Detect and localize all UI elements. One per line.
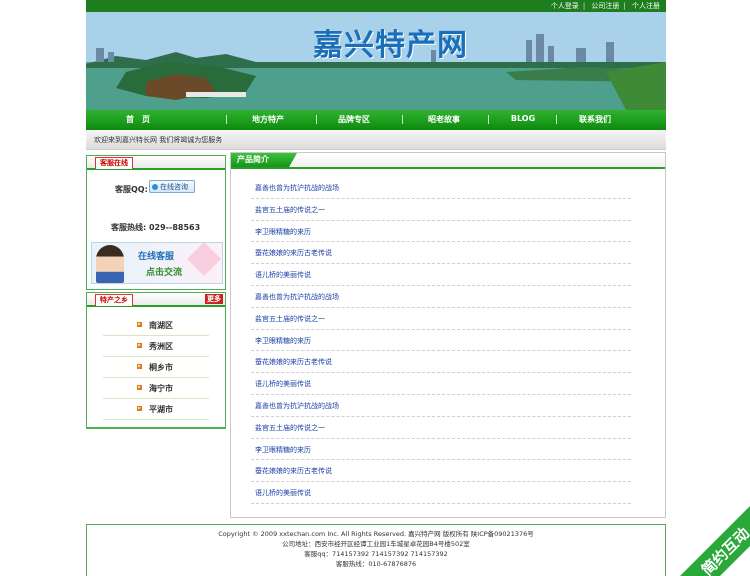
region-list: 南湖区 秀洲区 桐乡市 海宁市 平湖市 [103,315,209,420]
top-bar: 个人登录 | 公司注册 | 个人注册 [86,0,666,12]
regions-tab: 特产之乡 [95,294,133,306]
online-service-banner[interactable]: 在线客服 点击交流 [91,242,223,284]
article-item[interactable]: 盐官五土庙的传说之一 [251,199,631,221]
article-item[interactable]: 嘉善也曾为抗沪抗战的战场 [251,286,631,308]
article-title-link[interactable]: 嘉善也曾为抗沪抗战的战场 [255,401,339,411]
article-title-link[interactable]: 语儿桥的美丽传说 [255,270,311,280]
heart-decoration [187,243,221,276]
region-item[interactable]: 秀洲区 [103,336,209,357]
article-item[interactable]: 蚕花娘娘的来历古老传说 [251,351,631,374]
product-intro-tab: 产品简介 [231,153,297,167]
region-label: 秀洲区 [149,342,173,351]
nav-contact[interactable]: 联系我们 [565,114,625,125]
nav-divider [316,115,317,124]
nav-divider [226,115,227,124]
region-label: 桐乡市 [149,363,173,372]
online-consult-button[interactable]: 在线咨询 [149,180,195,193]
service-agent-image [96,245,124,283]
welcome-text: 欢迎来到嘉兴特长网 我们将竭诚为您服务 [94,136,223,144]
article-item[interactable]: 盐官五土庙的传说之一 [251,308,631,330]
article-title-link[interactable]: 李卫眼精糖的来历 [255,227,311,237]
region-label: 海宁市 [149,384,173,393]
click-chat-text: 点击交流 [146,268,183,278]
site-banner: 嘉兴特产网 [86,12,666,110]
article-item[interactable]: 语儿桥的美丽传说 [251,373,631,395]
article-item[interactable]: 语儿桥的美丽传说 [251,482,631,504]
article-item[interactable]: 语儿桥的美丽传说 [251,264,631,286]
nav-stories[interactable]: 昭老故事 [414,114,474,125]
article-item[interactable]: 嘉善也曾为抗沪抗战的战场 [251,395,631,417]
nav-divider [488,115,489,124]
article-title-link[interactable]: 蚕花娘娘的来历古老传说 [255,357,332,367]
article-item[interactable]: 李卫眼精糖的来历 [251,330,631,352]
top-links: 个人登录 | 公司注册 | 个人注册 [550,2,660,10]
online-consult-label: 在线咨询 [160,183,188,191]
article-title-link[interactable]: 嘉善也曾为抗沪抗战的战场 [255,292,339,302]
qq-label: 客服QQ: [115,185,148,194]
nav-local-specialties[interactable]: 地方特产 [238,114,298,125]
panel-header: 产品简介 [231,153,665,169]
article-item[interactable]: 李卫眼精糖的来历 [251,221,631,243]
nav-divider [556,115,557,124]
product-intro-panel: 产品简介 嘉善也曾为抗沪抗战的战场 盐官五土庙的传说之一 李卫眼精糖的来历蚕花娘娘的… [230,152,666,518]
nav-divider [402,115,403,124]
copyright-text: Copyright © 2009 xxtechan.com Inc. All R… [218,530,534,538]
footer-hotline: 客服热线：010-67876876 [335,560,417,568]
article-title-link[interactable]: 盐官五土庙的传说之一 [255,423,325,433]
panel-header: 特产之乡 更多 [87,293,225,307]
panel-header: 客服在线 [87,156,225,170]
service-hotline: 客服热线: 029--88563 [111,223,201,232]
article-item[interactable]: 蚕花娘娘的来历古老传说 [251,242,631,265]
article-item[interactable]: 嘉善也曾为抗沪抗战的战场 [251,177,631,199]
article-title-link[interactable]: 李卫眼精糖的来历 [255,445,311,455]
article-title-link[interactable]: 蚕花娘娘的来历古老传说 [255,466,332,476]
article-title-link[interactable]: 嘉善也曾为抗沪抗战的战场 [255,183,339,193]
nav-blog[interactable]: BLOG [493,114,553,123]
article-item[interactable]: 盐官五土庙的传说之一 [251,417,631,439]
nav-home[interactable]: 首 页 [108,114,168,125]
arrow-bullet-icon [137,364,142,369]
personal-login-link[interactable]: 个人登录 [551,2,579,10]
arrow-bullet-icon [137,322,142,327]
more-regions-link[interactable]: 更多 [205,294,223,304]
arrow-bullet-icon [137,406,142,411]
article-title-link[interactable]: 语儿桥的美丽传说 [255,379,311,389]
region-label: 南湖区 [149,321,173,330]
article-title-link[interactable]: 盐官五土庙的传说之一 [255,314,325,324]
customer-service-tab: 客服在线 [95,157,133,169]
company-address: 公司地址：西安市经开区经谭工业园1车城星卓花园B4号楼502室 [282,540,470,548]
regions-panel: 特产之乡 更多 南湖区 秀洲区 桐乡市 海宁市 平湖市 [86,292,226,429]
company-register-link[interactable]: 公司注册 [591,2,619,10]
article-title-link[interactable]: 语儿桥的美丽传说 [255,488,311,498]
region-item[interactable]: 南湖区 [103,315,209,336]
personal-register-link[interactable]: 个人注册 [632,2,660,10]
corner-watermark: 简约互动 [660,486,750,576]
region-item[interactable]: 海宁市 [103,378,209,399]
site-title: 嘉兴特产网 [313,28,468,63]
article-item[interactable]: 蚕花娘娘的来历古老传说 [251,460,631,483]
service-qq-numbers: 客服qq：714157392 714157392 714157392 [304,550,448,558]
online-service-text: 在线客服 [138,252,175,262]
article-title-link[interactable]: 蚕花娘娘的来历古老传说 [255,248,332,258]
arrow-bullet-icon [137,343,142,348]
welcome-bar: 欢迎来到嘉兴特长网 我们将竭诚为您服务 [86,130,666,150]
arrow-bullet-icon [137,385,142,390]
customer-service-panel: 客服在线 客服QQ: 在线咨询 客服热线: 029--88563 在线客服 点击… [86,155,226,290]
article-title-link[interactable]: 李卫眼精糖的来历 [255,336,311,346]
region-item[interactable]: 平湖市 [103,399,209,420]
main-nav: 首 页 地方特产 品牌专区 昭老故事 BLOG 联系我们 [86,110,666,130]
region-item[interactable]: 桐乡市 [103,357,209,378]
article-item[interactable]: 李卫眼精糖的来历 [251,439,631,461]
article-title-link[interactable]: 盐官五土庙的传说之一 [255,205,325,215]
footer: Copyright © 2009 xxtechan.com Inc. All R… [86,524,666,576]
nav-brand-zone[interactable]: 品牌专区 [324,114,384,125]
article-list: 嘉善也曾为抗沪抗战的战场 盐官五土庙的传说之一 李卫眼精糖的来历蚕花娘娘的来历古老传… [251,177,631,504]
qq-icon [152,184,158,190]
region-label: 平湖市 [149,405,173,414]
